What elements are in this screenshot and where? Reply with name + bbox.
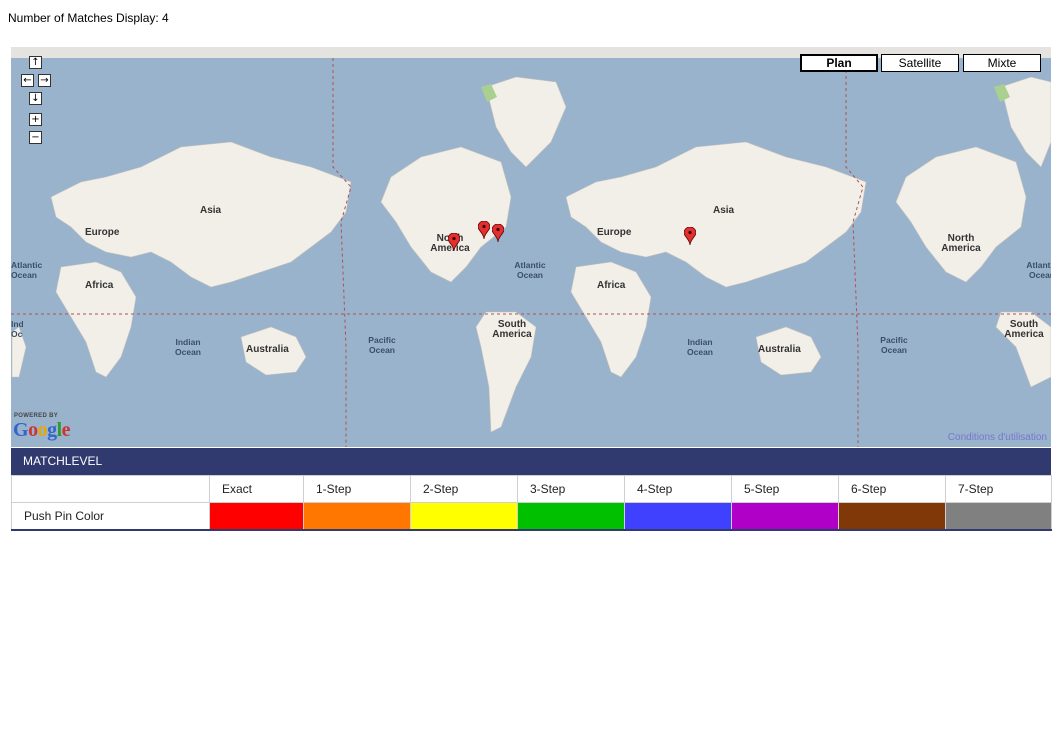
matches-count-text: Number of Matches Display: 4 (8, 11, 169, 25)
level-name-cell: 1-Step (303, 475, 411, 503)
map-type-mixte-button[interactable]: Mixte (963, 54, 1041, 72)
level-name-cell: 7-Step (945, 475, 1052, 503)
zoom-in-button[interactable]: + (29, 113, 42, 126)
label-south-america-2: South America (1004, 319, 1044, 340)
label-atlantic-ocean: Atlantic Ocean (514, 260, 546, 280)
label-europe-2: Europe (597, 227, 632, 238)
label-australia-2: Australia (758, 344, 801, 355)
color-swatch (209, 502, 304, 530)
label-north-america-2: North America (941, 233, 981, 254)
legend-level-row: Exact 1-Step 2-Step 3-Step 4-Step 5-Step… (11, 475, 1052, 503)
legend-corner-cell (11, 475, 210, 503)
level-name-cell: 5-Step (731, 475, 839, 503)
terms-of-use-link[interactable]: Conditions d'utilisation (948, 432, 1047, 443)
level-name-cell: 3-Step (517, 475, 625, 503)
label-indian-ocean-2: Indian Ocean (687, 337, 713, 357)
level-name-cell: Exact (209, 475, 304, 503)
color-swatch (945, 502, 1052, 530)
map-type-satellite-button[interactable]: Satellite (881, 54, 959, 72)
label-africa: Africa (85, 280, 114, 291)
label-atlantic-ocean-left: Atlantic Ocean (11, 260, 43, 280)
legend-table: Exact 1-Step 2-Step 3-Step 4-Step 5-Step… (11, 475, 1052, 531)
label-pacific-ocean: Pacific Ocean (368, 335, 396, 355)
google-logo[interactable]: Google (13, 419, 71, 442)
world-map[interactable]: ↑ ← → ↓ + − Plan Satellite Mixte Asia Eu… (11, 47, 1051, 447)
pan-up-button[interactable]: ↑ (29, 56, 42, 69)
zoom-out-button[interactable]: − (29, 131, 42, 144)
map-type-plan-button[interactable]: Plan (800, 54, 878, 72)
legend-header: MATCHLEVEL (11, 448, 1051, 475)
label-south-america: South America (492, 319, 532, 340)
map-background (11, 58, 1051, 447)
match-level-legend: MATCHLEVEL Exact 1-Step 2-Step 3-Step 4-… (11, 448, 1052, 531)
color-swatch (624, 502, 732, 530)
label-australia: Australia (246, 344, 289, 355)
push-pin-marker[interactable] (492, 224, 504, 242)
pan-right-button[interactable]: → (38, 74, 51, 87)
label-africa-2: Africa (597, 280, 626, 291)
level-name-cell: 2-Step (410, 475, 518, 503)
label-atlantic-ocean-right: Atlantic Ocean (1026, 260, 1051, 280)
level-name-cell: 6-Step (838, 475, 946, 503)
legend-color-row: Push Pin Color (11, 502, 1052, 530)
color-swatch (410, 502, 518, 530)
level-name-cell: 4-Step (624, 475, 732, 503)
label-europe: Europe (85, 227, 120, 238)
color-swatch (731, 502, 839, 530)
color-swatch (838, 502, 946, 530)
label-indian-ocean: Indian Ocean (175, 337, 201, 357)
label-indian-ocean-fragment: Indian Ocean (11, 319, 23, 339)
push-pin-marker[interactable] (478, 221, 490, 239)
label-pacific-ocean-2: Pacific Ocean (880, 335, 908, 355)
push-pin-marker[interactable] (448, 233, 460, 251)
pan-down-button[interactable]: ↓ (29, 92, 42, 105)
label-asia: Asia (200, 205, 222, 216)
color-swatch (303, 502, 411, 530)
push-pin-marker[interactable] (684, 227, 696, 245)
push-pin-color-label: Push Pin Color (11, 502, 210, 530)
label-asia-2: Asia (713, 205, 735, 216)
color-swatch (517, 502, 625, 530)
pan-left-button[interactable]: ← (21, 74, 34, 87)
